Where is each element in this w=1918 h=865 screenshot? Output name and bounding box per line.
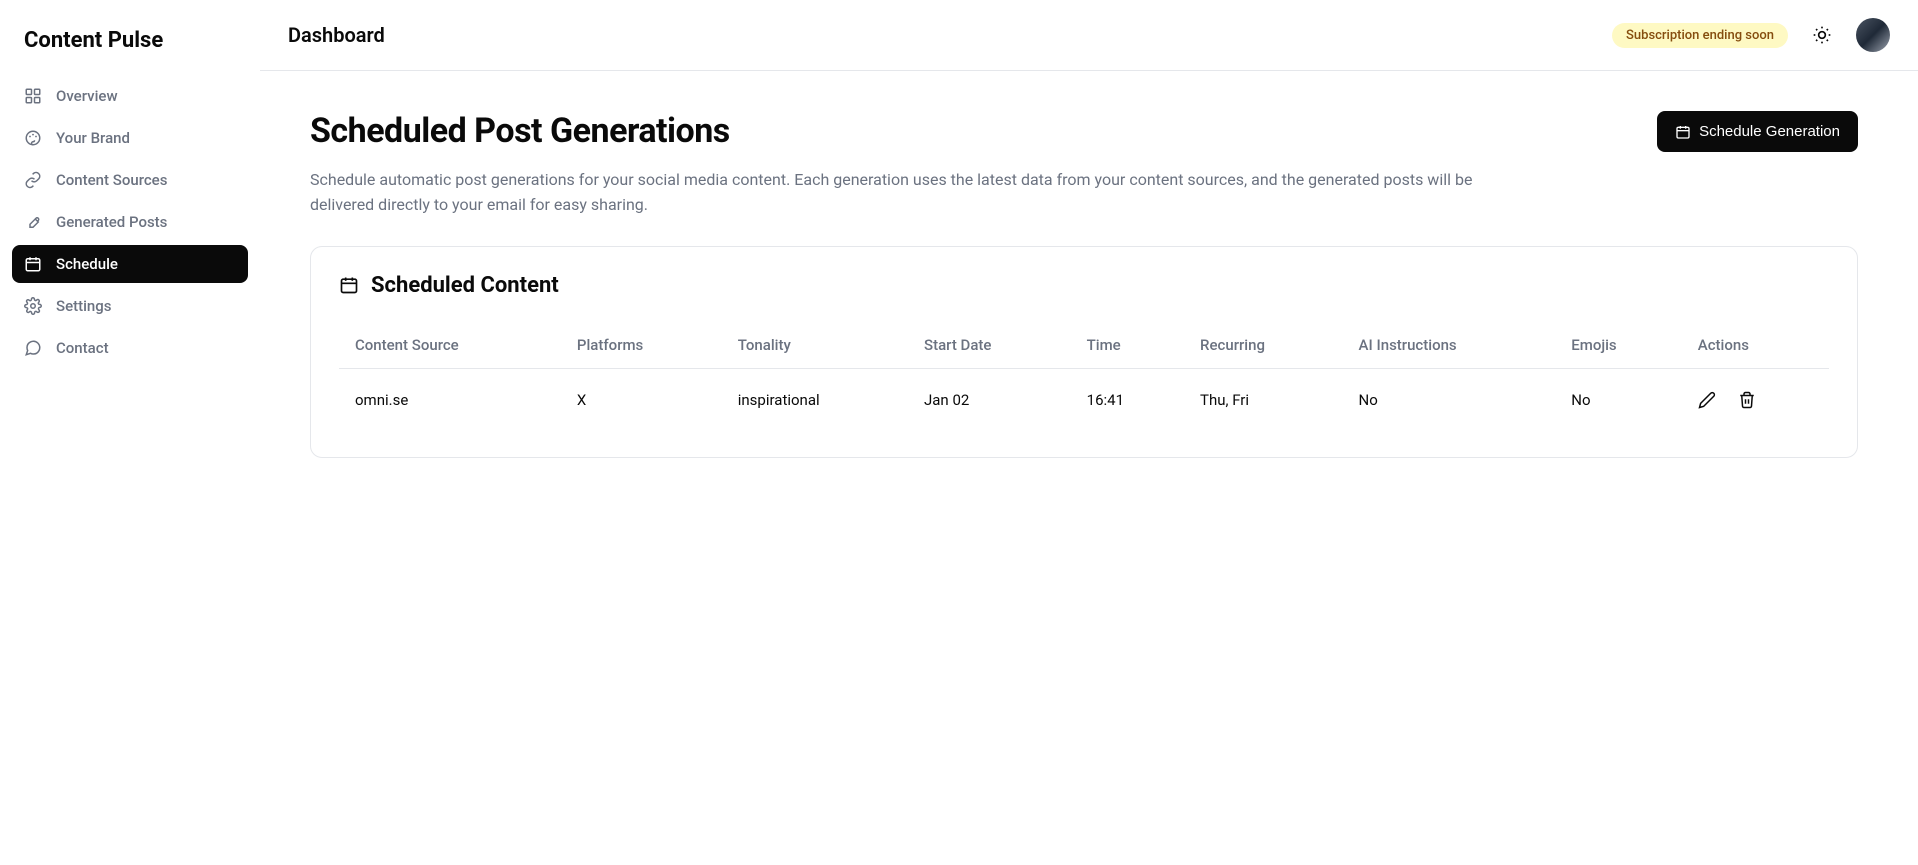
calendar-icon bbox=[24, 255, 42, 273]
calendar-icon bbox=[1675, 124, 1691, 140]
cell-tonality: inspirational bbox=[722, 368, 908, 431]
pencil-icon bbox=[1698, 391, 1716, 409]
sidebar-item-label: Settings bbox=[56, 297, 112, 315]
avatar[interactable] bbox=[1856, 18, 1890, 52]
card-title: Scheduled Content bbox=[371, 273, 559, 298]
edit-button[interactable] bbox=[1698, 391, 1716, 409]
table-row: omni.se X inspirational Jan 02 16:41 Thu… bbox=[339, 368, 1829, 431]
dashboard-icon bbox=[24, 87, 42, 105]
sidebar: Content Pulse Overview Your Brand Conten… bbox=[0, 0, 260, 498]
sidebar-item-content-sources[interactable]: Content Sources bbox=[12, 161, 248, 199]
col-actions: Actions bbox=[1682, 322, 1829, 369]
cell-platforms: X bbox=[561, 368, 722, 431]
nav-list: Overview Your Brand Content Sources Gene… bbox=[12, 77, 248, 367]
calendar-icon bbox=[339, 275, 359, 295]
cell-content-source: omni.se bbox=[339, 368, 561, 431]
page-title: Scheduled Post Generations bbox=[310, 111, 730, 151]
sidebar-item-label: Schedule bbox=[56, 255, 118, 273]
palette-icon bbox=[24, 129, 42, 147]
sidebar-item-contact[interactable]: Contact bbox=[12, 329, 248, 367]
main: Dashboard Subscription ending soon Sched… bbox=[260, 0, 1918, 498]
sidebar-item-label: Content Sources bbox=[56, 171, 167, 189]
trash-icon bbox=[1738, 391, 1756, 409]
col-recurring: Recurring bbox=[1184, 322, 1343, 369]
sidebar-item-your-brand[interactable]: Your Brand bbox=[12, 119, 248, 157]
col-start-date: Start Date bbox=[908, 322, 1071, 369]
col-platforms: Platforms bbox=[561, 322, 722, 369]
sidebar-item-label: Your Brand bbox=[56, 129, 130, 147]
button-label: Schedule Generation bbox=[1699, 123, 1840, 140]
page-breadcrumb: Dashboard bbox=[288, 23, 385, 47]
topbar: Dashboard Subscription ending soon bbox=[260, 0, 1918, 71]
pen-icon bbox=[24, 213, 42, 231]
sidebar-item-generated-posts[interactable]: Generated Posts bbox=[12, 203, 248, 241]
cell-ai-instructions: No bbox=[1343, 368, 1556, 431]
schedule-generation-button[interactable]: Schedule Generation bbox=[1657, 111, 1858, 152]
cell-recurring: Thu, Fri bbox=[1184, 368, 1343, 431]
subscription-badge[interactable]: Subscription ending soon bbox=[1612, 23, 1788, 48]
brand-logo[interactable]: Content Pulse bbox=[12, 20, 248, 77]
sidebar-item-label: Generated Posts bbox=[56, 213, 167, 231]
sidebar-item-label: Contact bbox=[56, 339, 109, 357]
col-emojis: Emojis bbox=[1555, 322, 1681, 369]
sidebar-item-overview[interactable]: Overview bbox=[12, 77, 248, 115]
delete-button[interactable] bbox=[1738, 391, 1756, 409]
page-description: Schedule automatic post generations for … bbox=[310, 168, 1510, 218]
scheduled-content-card: Scheduled Content Content Source Platfor… bbox=[310, 246, 1858, 458]
cell-emojis: No bbox=[1555, 368, 1681, 431]
sidebar-item-label: Overview bbox=[56, 87, 118, 105]
cell-start-date: Jan 02 bbox=[908, 368, 1071, 431]
cell-time: 16:41 bbox=[1071, 368, 1184, 431]
cell-actions bbox=[1682, 368, 1829, 431]
sidebar-item-schedule[interactable]: Schedule bbox=[12, 245, 248, 283]
sun-icon bbox=[1812, 25, 1832, 45]
col-time: Time bbox=[1071, 322, 1184, 369]
chat-icon bbox=[24, 339, 42, 357]
sidebar-item-settings[interactable]: Settings bbox=[12, 287, 248, 325]
col-tonality: Tonality bbox=[722, 322, 908, 369]
col-content-source: Content Source bbox=[339, 322, 561, 369]
theme-toggle[interactable] bbox=[1808, 21, 1836, 49]
link-icon bbox=[24, 171, 42, 189]
col-ai-instructions: AI Instructions bbox=[1343, 322, 1556, 369]
gear-icon bbox=[24, 297, 42, 315]
scheduled-table: Content Source Platforms Tonality Start … bbox=[339, 322, 1829, 431]
